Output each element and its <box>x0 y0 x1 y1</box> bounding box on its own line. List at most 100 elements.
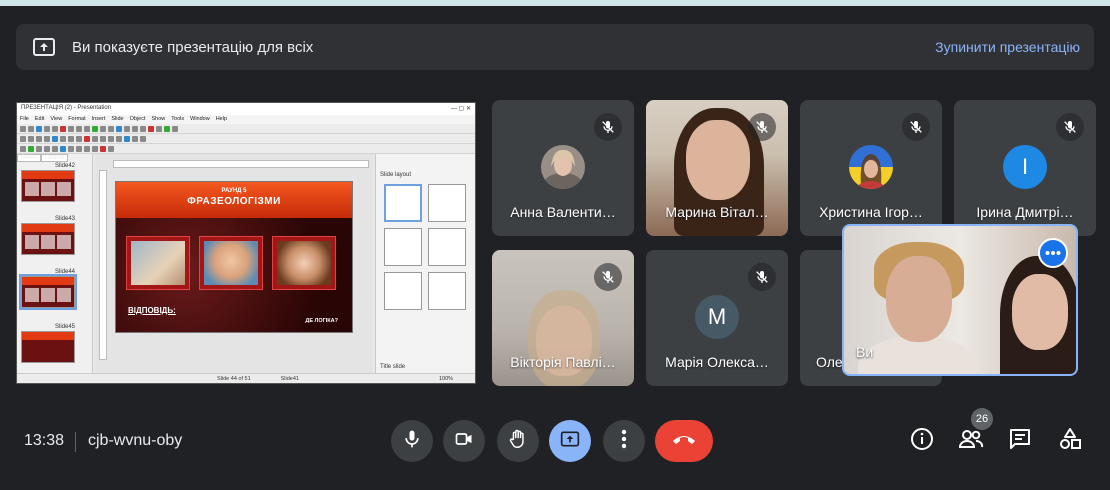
self-name: Ви <box>856 344 874 360</box>
layout-option <box>384 184 422 222</box>
stop-presenting-button[interactable]: Зупинити презентацію <box>935 39 1080 55</box>
menu-slide: Slide <box>111 116 124 122</box>
slides-panel: Slides Outline Slide42 Slide43 Slide44 S… <box>17 154 93 374</box>
participant-tile[interactable]: І Ірина Дмитрі… <box>954 100 1096 236</box>
top-strip <box>0 0 1110 6</box>
window-title: ПРЕЗЕНТАЦІЯ (2) - Presentation <box>21 105 112 111</box>
menu-file: File <box>20 116 29 122</box>
status-zoom: 100% <box>439 375 454 382</box>
slide-title: ФРАЗЕОЛОГІЗМИ <box>187 196 281 207</box>
raise-hand-icon <box>507 428 529 455</box>
app-format-toolbar <box>17 134 475 144</box>
participant-tile[interactable]: Марина Вітал… <box>646 100 788 236</box>
activities-button[interactable] <box>1057 427 1083 456</box>
window-title-bar: ПРЕЗЕНТАЦІЯ (2) - Presentation — ▢ ✕ <box>17 103 475 115</box>
raise-hand-button[interactable] <box>497 420 539 462</box>
people-icon <box>958 427 984 456</box>
leave-call-button[interactable] <box>655 420 713 462</box>
participant-tile[interactable]: Вікторія Павлі… <box>492 250 634 386</box>
thumbnail-label: Slide42 <box>55 163 76 169</box>
participant-name: Христина Ігор… <box>819 204 923 220</box>
window-controls: — ▢ ✕ <box>450 106 471 112</box>
thumbnail-label: Slide44 <box>55 269 76 275</box>
menu-object: Object <box>129 116 146 122</box>
presenting-banner: Ви показуєте презентацію для всіх Зупини… <box>16 24 1094 70</box>
slide-thumbnail <box>21 223 75 255</box>
tab-slides: Slides <box>17 154 42 162</box>
layout-option <box>428 184 466 222</box>
menu-edit: Edit <box>34 116 45 122</box>
participant-avatar <box>541 145 585 189</box>
layout-footer: Title slide <box>380 364 406 370</box>
people-button[interactable] <box>958 428 984 454</box>
app-menu-bar: File Edit View Format Insert Slide Objec… <box>17 115 475 124</box>
menu-show: Show <box>151 116 166 122</box>
slide-thumbnail <box>21 170 75 202</box>
mic-off-icon <box>902 113 930 141</box>
status-slide-count: Slide 44 of 51 <box>217 375 251 382</box>
participant-letter-avatar: І <box>1003 145 1047 189</box>
app-status-bar: Slide 44 of 51 Slide41 100% <box>17 373 475 383</box>
slide-image-smile <box>272 236 336 290</box>
horizontal-ruler <box>113 160 369 168</box>
slide-image-handshake <box>126 236 190 290</box>
layout-panel-title: Slide layout <box>380 172 412 178</box>
layout-option <box>428 228 466 266</box>
mic-off-icon <box>748 263 776 291</box>
info-icon <box>910 427 934 456</box>
more-vert-icon <box>621 429 627 454</box>
slide-layout-panel: Slide layout Title slide <box>375 154 475 374</box>
present-button[interactable] <box>549 420 591 462</box>
current-slide: РАУНД 5 ФРАЗЕОЛОГІЗМИ ВІДПОВІДЬ: ДЕ ЛОГІ… <box>115 181 353 333</box>
present-to-all-icon <box>32 35 56 59</box>
app-toolbar <box>17 124 475 134</box>
menu-insert: Insert <box>91 116 106 122</box>
camera-icon <box>454 429 474 454</box>
meeting-code: cjb-wvnu-oby <box>88 432 183 449</box>
bottom-bar: 13:38 cjb-wvnu-oby <box>0 414 1110 470</box>
microphone-icon <box>402 429 422 454</box>
thumbnail-label: Slide43 <box>55 216 76 222</box>
presenting-message: Ви показуєте презентацію для всіх <box>72 38 314 56</box>
slide-thumbnail <box>21 331 75 363</box>
participant-name: Марія Олекса… <box>665 354 769 370</box>
participant-count-badge: 26 <box>971 408 993 430</box>
participant-tile[interactable]: Христина Ігор… <box>800 100 942 236</box>
meeting-details-button[interactable] <box>909 427 935 456</box>
participant-tile[interactable]: Анна Валенти… <box>492 100 634 236</box>
microphone-button[interactable] <box>391 420 433 462</box>
mic-off-icon <box>594 113 622 141</box>
hang-up-icon <box>671 432 697 451</box>
mic-off-icon <box>1056 113 1084 141</box>
slide-round-label: РАУНД 5 <box>221 188 247 194</box>
slide-image-baby <box>199 236 263 290</box>
chat-icon <box>1008 427 1032 456</box>
slide-answer-label: ВІДПОВІДЬ: <box>128 306 176 315</box>
menu-view: View <box>50 116 63 122</box>
participant-tile[interactable]: М Марія Олекса… <box>646 250 788 386</box>
app-drawing-toolbar <box>17 144 475 154</box>
layout-option <box>384 228 422 266</box>
participant-avatar <box>849 145 893 189</box>
participant-name: Ірина Дмитрі… <box>976 204 1074 220</box>
more-options-button[interactable] <box>603 420 645 462</box>
camera-button[interactable] <box>443 420 485 462</box>
layout-option <box>384 272 422 310</box>
self-view-tile[interactable]: Ви <box>842 224 1078 376</box>
chat-button[interactable] <box>1007 428 1033 454</box>
menu-tools: Tools <box>171 116 185 122</box>
participant-name: Вікторія Павлі… <box>510 354 616 370</box>
thumbnail-label: Slide45 <box>55 324 76 330</box>
shared-screen: ПРЕЗЕНТАЦІЯ (2) - Presentation — ▢ ✕ Fil… <box>16 102 476 384</box>
meeting-time: 13:38 <box>24 432 65 449</box>
more-options-icon[interactable] <box>1038 238 1068 268</box>
present-icon <box>560 429 580 454</box>
participant-name: Марина Вітал… <box>665 204 769 220</box>
slide-thumbnail-selected <box>19 274 77 310</box>
menu-help: Help <box>215 116 227 122</box>
activities-icon <box>1058 427 1082 456</box>
mic-off-icon <box>594 263 622 291</box>
divider <box>75 432 76 452</box>
vertical-ruler <box>99 170 107 360</box>
app-workspace: Slides Outline Slide42 Slide43 Slide44 S… <box>17 154 475 374</box>
